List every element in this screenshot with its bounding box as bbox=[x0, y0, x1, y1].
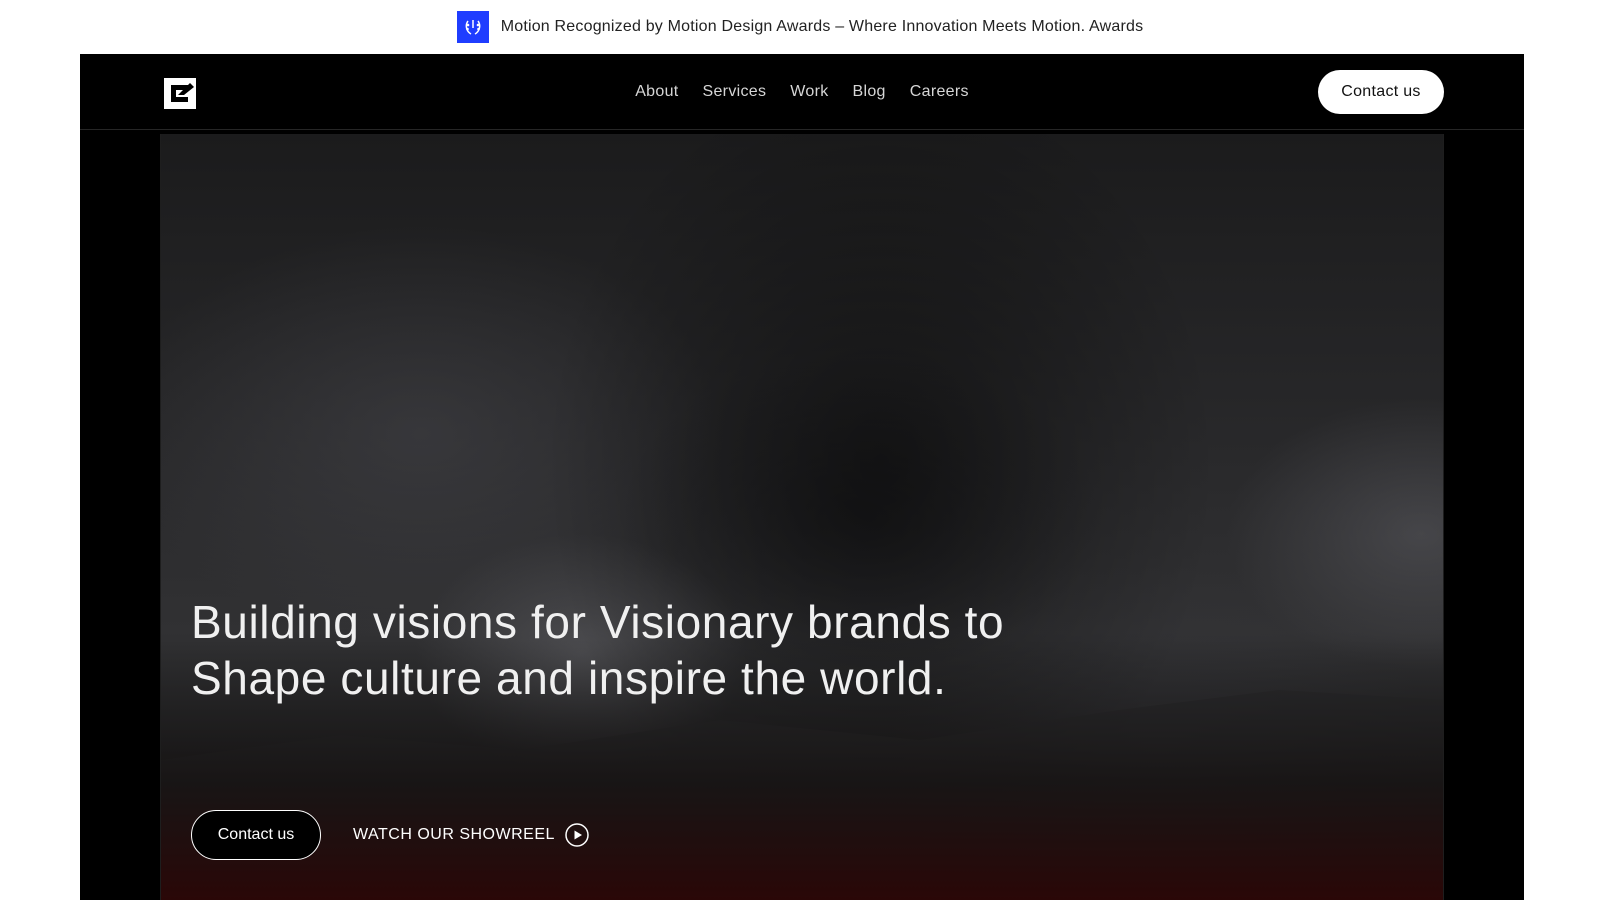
laurel-icon bbox=[456, 11, 489, 43]
watch-showreel-link[interactable]: WATCH OUR SHOWREEL bbox=[353, 823, 589, 847]
nav-link-careers[interactable]: Careers bbox=[910, 83, 969, 100]
hero-actions: Contact us WATCH OUR SHOWREEL bbox=[191, 810, 589, 860]
nav-link-about[interactable]: About bbox=[635, 83, 678, 100]
main-nav: About Services Work Blog Careers Contact… bbox=[80, 54, 1524, 130]
showreel-label: WATCH OUR SHOWREEL bbox=[353, 826, 555, 843]
contact-us-hero-button[interactable]: Contact us bbox=[191, 810, 321, 860]
awards-link[interactable]: Awards bbox=[1089, 18, 1143, 35]
announcement-bar: Motion Recognized by Motion Design Award… bbox=[0, 0, 1600, 54]
play-circle-icon bbox=[565, 823, 589, 847]
nav-link-services[interactable]: Services bbox=[703, 83, 767, 100]
contact-us-nav-button[interactable]: Contact us bbox=[1318, 70, 1444, 114]
announcement-text: Motion Recognized by Motion Design Award… bbox=[501, 18, 1144, 36]
nav-link-work[interactable]: Work bbox=[790, 83, 828, 100]
site-frame: About Services Work Blog Careers Contact… bbox=[80, 54, 1524, 900]
announcement-message: Motion Recognized by Motion Design Award… bbox=[500, 18, 1086, 35]
hero-title: Building visions for Visionary brands to… bbox=[191, 596, 1005, 704]
hero-section: Building visions for Visionary brands to… bbox=[160, 134, 1444, 900]
nav-links: About Services Work Blog Careers bbox=[80, 54, 1524, 130]
nav-link-blog[interactable]: Blog bbox=[853, 83, 886, 100]
